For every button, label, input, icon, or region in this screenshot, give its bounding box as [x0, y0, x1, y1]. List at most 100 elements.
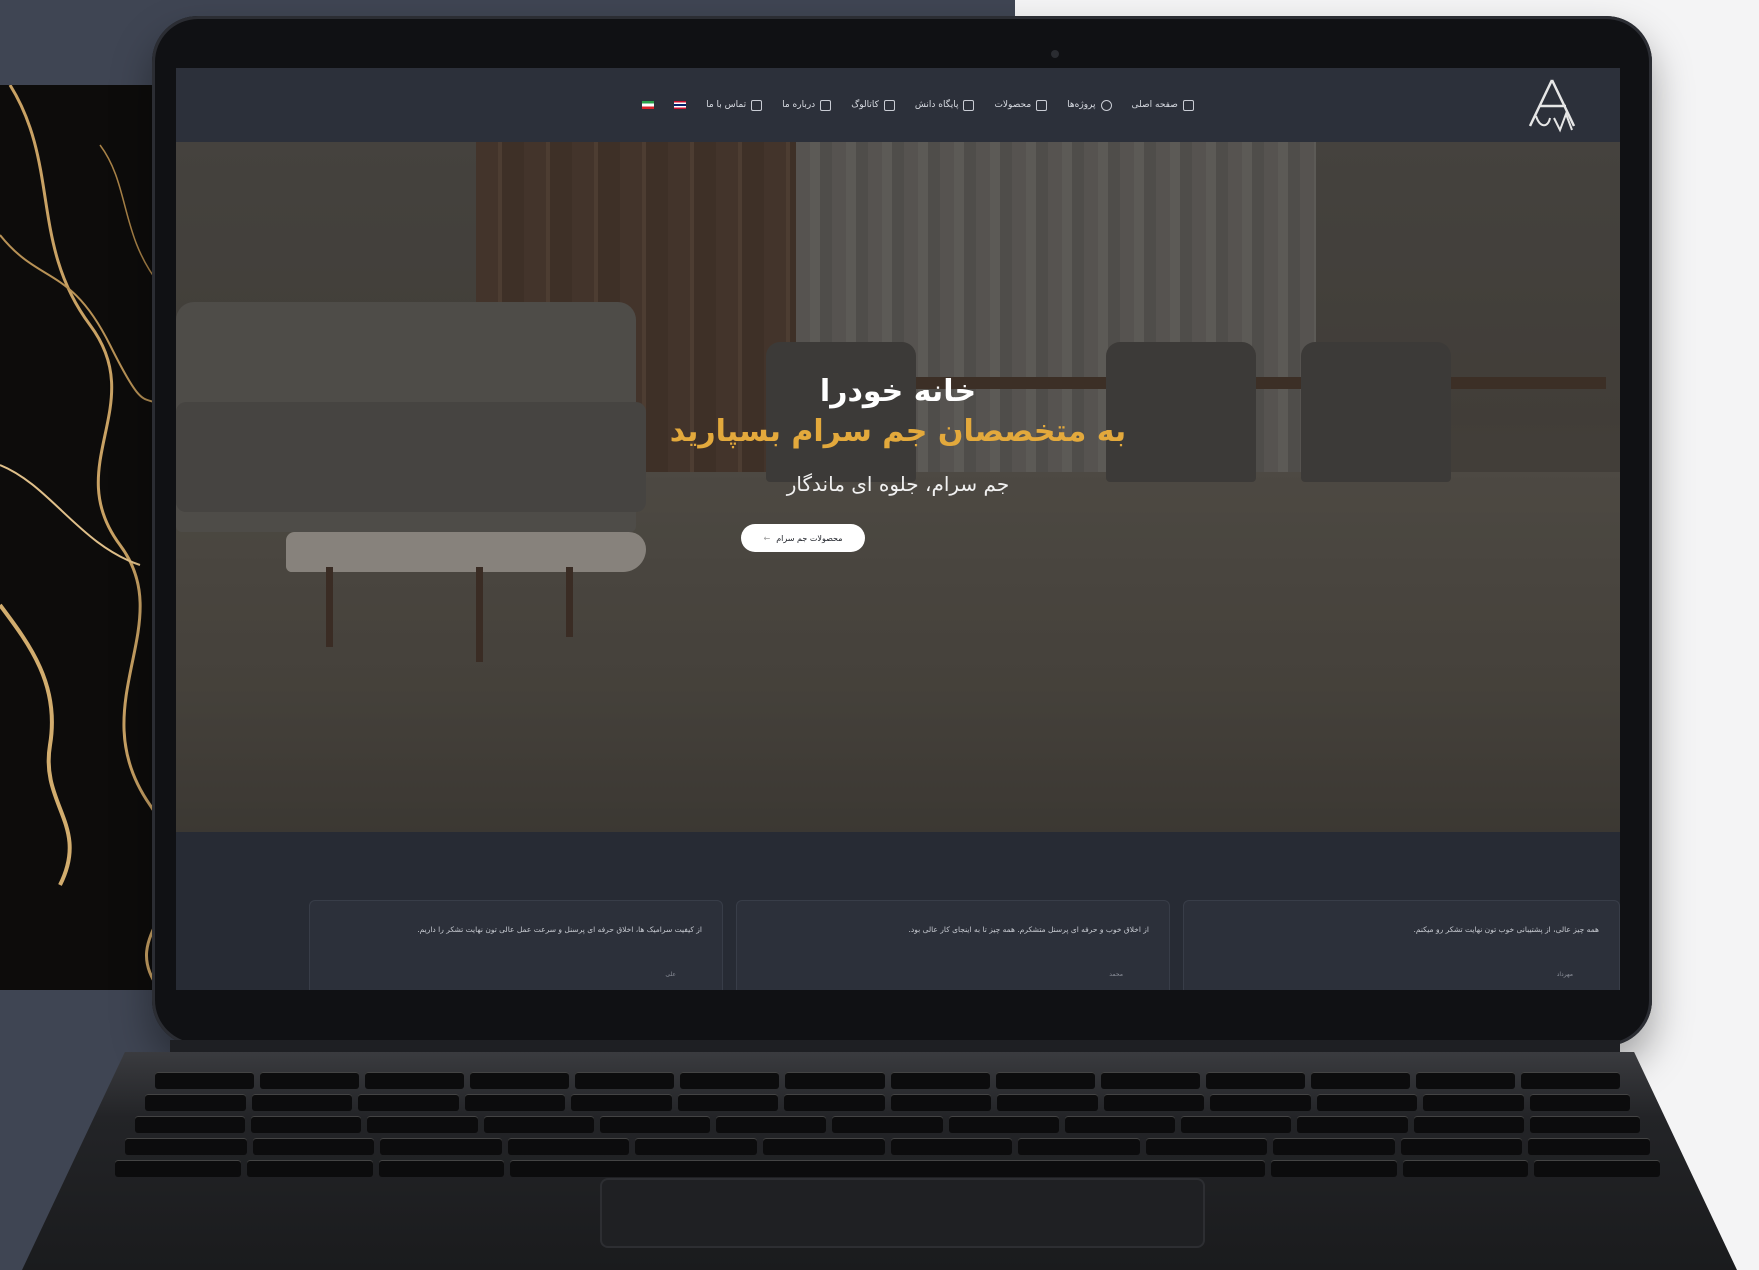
nav-label: پایگاه دانش	[914, 100, 959, 110]
home-icon	[1182, 99, 1194, 111]
nav-item-catalog[interactable]: کاتالوگ	[851, 99, 895, 111]
nav-item-projects[interactable]: پروژه‌ها	[1067, 99, 1112, 111]
key	[995, 1072, 1095, 1089]
key	[1100, 1072, 1200, 1089]
key	[890, 1072, 990, 1089]
nav-item-products[interactable]: محصولات	[994, 99, 1048, 111]
hero-banner: خانه خودرا به متخصصان جم سرام بسپارید جم…	[176, 142, 1620, 832]
file-icon	[883, 99, 895, 111]
key	[1205, 1072, 1305, 1089]
webcam	[1051, 50, 1059, 58]
nav-item-about[interactable]: درباره ما	[782, 99, 832, 111]
key	[635, 1138, 757, 1155]
key	[1413, 1116, 1524, 1133]
key	[599, 1116, 711, 1133]
language-fa-flag[interactable]	[642, 101, 655, 109]
key	[1529, 1116, 1641, 1133]
testimonial-text: همه چیز عالی، از پشتیبانی خوب تون نهایت …	[1413, 925, 1600, 934]
nav-label: کاتالوگ	[851, 100, 879, 110]
testimonial-text: از اخلاق خوب و حرفه ای پرسنل متشکرم. همه…	[908, 925, 1149, 934]
key	[1145, 1138, 1268, 1155]
nav-label: تماس با ما	[706, 100, 747, 110]
key	[251, 1116, 362, 1133]
nav-item-contact[interactable]: تماس با ما	[706, 99, 763, 111]
key	[1018, 1138, 1140, 1155]
key	[367, 1116, 478, 1133]
key	[1400, 1138, 1523, 1155]
brand-logo[interactable]	[1522, 76, 1582, 134]
phone-icon	[751, 99, 763, 111]
book-icon	[963, 99, 975, 111]
info-icon	[820, 99, 832, 111]
key	[246, 1160, 373, 1177]
hero-title-line1: خانه خودرا	[819, 374, 977, 409]
main-nav: صفحه اصلی پروژه‌ها محصولات پایگاه دانش ک…	[642, 99, 1194, 111]
key	[1529, 1094, 1630, 1111]
key	[997, 1094, 1098, 1111]
key	[890, 1138, 1013, 1155]
key	[260, 1072, 360, 1089]
key	[154, 1072, 255, 1089]
key	[1520, 1072, 1621, 1089]
key	[134, 1116, 246, 1133]
arrow-left-icon: ←	[763, 533, 771, 543]
key	[365, 1072, 465, 1089]
marble-sample	[0, 85, 175, 990]
key	[470, 1072, 570, 1089]
key	[785, 1072, 885, 1089]
hero-title-line2: به متخصصان جم سرام بسپارید	[669, 414, 1127, 449]
testimonial-author: مهرداد	[1556, 971, 1573, 978]
key	[483, 1116, 594, 1133]
testimonial-author: محمد	[1109, 971, 1123, 978]
key	[1181, 1116, 1292, 1133]
key	[716, 1116, 827, 1133]
key	[464, 1094, 565, 1111]
key	[890, 1094, 991, 1111]
products-button[interactable]: محصولات جم سرام ←	[741, 524, 865, 552]
key	[948, 1116, 1059, 1133]
key	[125, 1138, 247, 1155]
key	[1316, 1094, 1417, 1111]
site-header: صفحه اصلی پروژه‌ها محصولات پایگاه دانش ک…	[176, 68, 1620, 142]
key	[378, 1160, 505, 1177]
key	[115, 1160, 241, 1177]
gear-icon	[1100, 99, 1112, 111]
language-en-flag[interactable]	[674, 101, 687, 109]
key	[251, 1094, 352, 1111]
key	[1064, 1116, 1176, 1133]
trackpad	[600, 1178, 1205, 1248]
testimonial-card: همه چیز عالی، از پشتیبانی خوب تون نهایت …	[1183, 900, 1620, 990]
box-icon	[1036, 99, 1048, 111]
nav-item-knowledge[interactable]: پایگاه دانش	[914, 99, 975, 111]
key	[1270, 1160, 1397, 1177]
key	[1210, 1094, 1311, 1111]
nav-item-home[interactable]: صفحه اصلی	[1131, 99, 1194, 111]
key	[1415, 1072, 1515, 1089]
testimonial-text: از کیفیت سرامیک ها، اخلاق حرفه ای پرسنل …	[417, 925, 702, 934]
nav-label: صفحه اصلی	[1131, 100, 1178, 110]
key	[358, 1094, 459, 1111]
testimonial-card: از اخلاق خوب و حرفه ای پرسنل متشکرم. همه…	[736, 900, 1170, 990]
testimonial-card: از کیفیت سرامیک ها، اخلاق حرفه ای پرسنل …	[309, 900, 723, 990]
testimonials-section: همه چیز عالی، از پشتیبانی خوب تون نهایت …	[176, 832, 1620, 990]
key	[1103, 1094, 1204, 1111]
nav-label: محصولات	[994, 100, 1032, 110]
testimonial-author: علی	[665, 971, 676, 978]
key	[762, 1138, 885, 1155]
key	[1273, 1138, 1395, 1155]
nav-label: درباره ما	[782, 100, 816, 110]
key	[252, 1138, 375, 1155]
key	[145, 1094, 246, 1111]
space-key	[510, 1160, 1265, 1177]
keyboard	[115, 1072, 1660, 1177]
key	[784, 1094, 885, 1111]
key	[1297, 1116, 1408, 1133]
key	[832, 1116, 943, 1133]
key	[1402, 1160, 1529, 1177]
key	[507, 1138, 630, 1155]
key	[571, 1094, 672, 1111]
key	[380, 1138, 502, 1155]
key	[1528, 1138, 1650, 1155]
products-button-label: محصولات جم سرام	[776, 533, 843, 543]
key	[1310, 1072, 1410, 1089]
